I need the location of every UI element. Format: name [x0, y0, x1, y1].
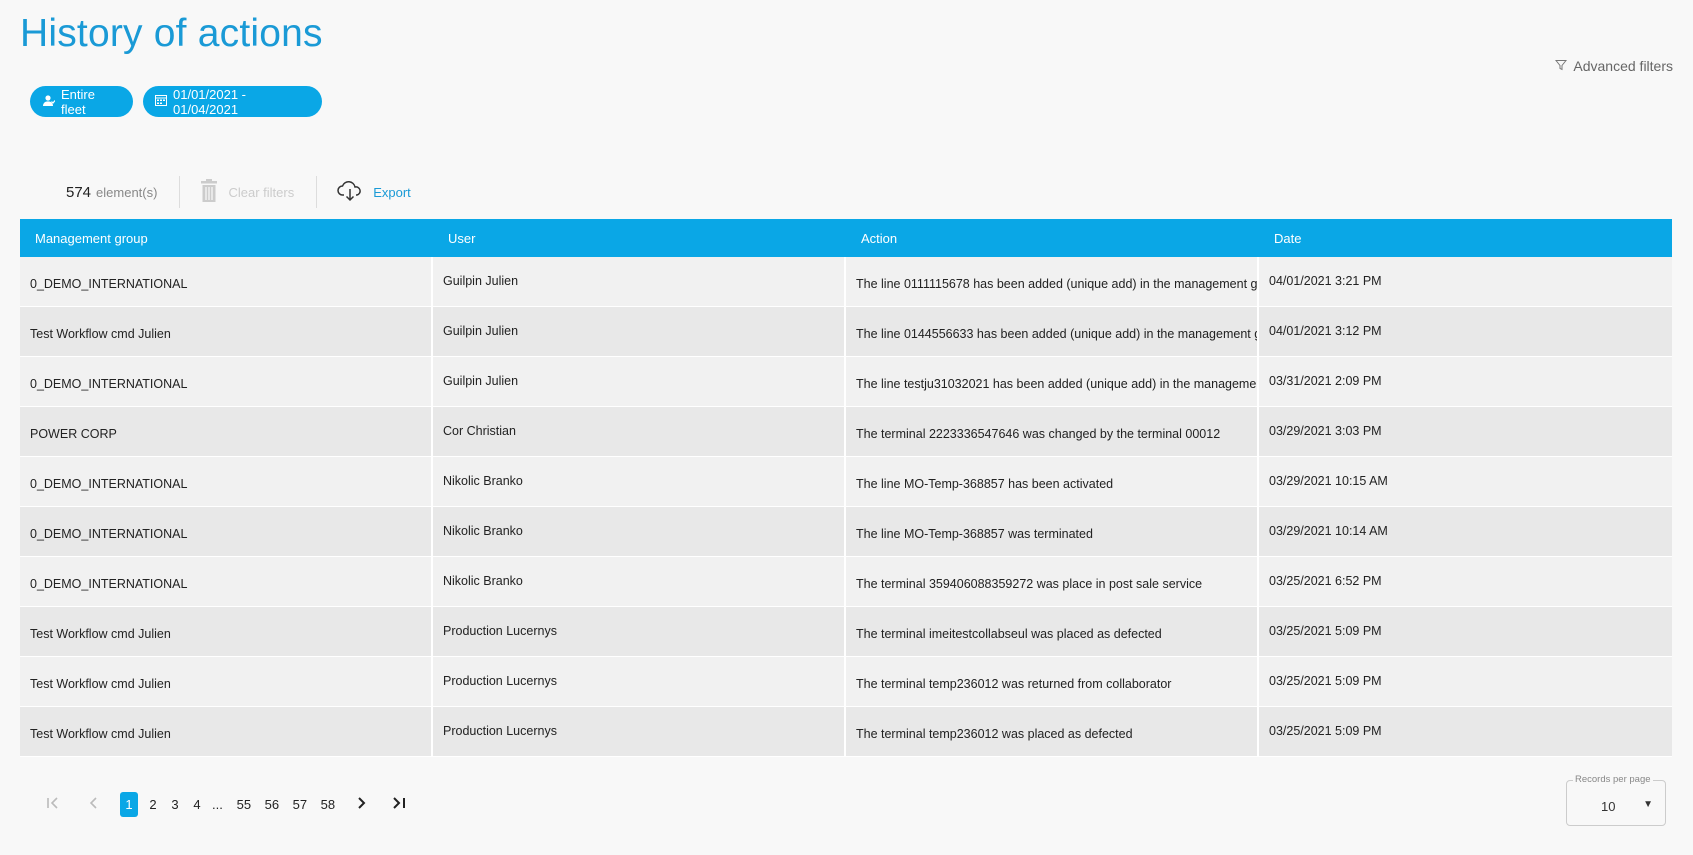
table-row[interactable]: Test Workflow cmd Julien Production Luce… — [20, 707, 1672, 757]
date-cell: 04/01/2021 3:21 PM — [1269, 274, 1382, 288]
advanced-filters-button[interactable]: Advanced filters — [1555, 58, 1673, 74]
page-3-button[interactable]: 3 — [164, 797, 186, 812]
records-per-page-label: Records per page — [1573, 774, 1653, 785]
column-header-user[interactable]: User — [433, 231, 846, 246]
table-header: Management group User Action Date — [20, 219, 1672, 257]
page-1-button[interactable]: 1 — [120, 791, 138, 817]
date-cell: 03/31/2021 2:09 PM — [1269, 374, 1382, 388]
management-group-cell: 0_DEMO_INTERNATIONAL — [20, 257, 433, 306]
date-cell: 03/25/2021 5:09 PM — [1269, 624, 1382, 638]
page-2-button[interactable]: 2 — [142, 797, 164, 812]
first-page-icon[interactable] — [40, 796, 68, 813]
advanced-filters-label: Advanced filters — [1573, 58, 1673, 74]
action-cell: The terminal temp236012 was returned fro… — [846, 657, 1259, 706]
action-cell: The line testju31032021 has been added (… — [846, 357, 1259, 406]
date-cell: 03/29/2021 10:15 AM — [1269, 474, 1388, 488]
date-cell: 04/01/2021 3:12 PM — [1269, 324, 1382, 338]
user-group-icon — [42, 94, 56, 110]
history-table: Management group User Action Date 0_DEMO… — [20, 219, 1672, 757]
date-cell: 03/25/2021 5:09 PM — [1269, 724, 1382, 738]
records-per-page-select[interactable]: Records per page 10 ▼ — [1566, 774, 1666, 826]
date-cell: 03/29/2021 10:14 AM — [1269, 524, 1388, 538]
result-count: 574 — [66, 183, 92, 201]
action-cell: The terminal imeitestcollabseul was plac… — [846, 607, 1259, 656]
management-group-cell: Test Workflow cmd Julien — [20, 657, 433, 706]
filter-icon — [1555, 58, 1568, 74]
prev-page-icon[interactable] — [80, 796, 108, 813]
management-group-cell: Test Workflow cmd Julien — [20, 307, 433, 356]
trash-icon — [200, 178, 218, 206]
records-per-page-value: 10 — [1601, 799, 1616, 814]
user-cell: Guilpin Julien — [433, 257, 846, 306]
page-56-button[interactable]: 56 — [261, 797, 283, 812]
management-group-cell: 0_DEMO_INTERNATIONAL — [20, 357, 433, 406]
user-cell: Guilpin Julien — [433, 357, 846, 406]
export-button[interactable]: Export — [337, 180, 411, 205]
entire-fleet-label: Entire fleet — [61, 86, 95, 117]
column-header-management-group[interactable]: Management group — [20, 231, 433, 246]
last-page-icon[interactable] — [385, 796, 413, 813]
date-range-chip[interactable]: 01/01/2021 - 01/04/2021 — [143, 86, 322, 117]
user-cell: Guilpin Julien — [433, 307, 846, 356]
results-toolbar: 574 element(s) Clear filters Export — [66, 176, 411, 208]
management-group-cell: 0_DEMO_INTERNATIONAL — [20, 457, 433, 506]
page-title: History of actions — [20, 12, 323, 55]
action-cell: The line 0144556633 has been added (uniq… — [846, 307, 1259, 356]
date-cell: 03/25/2021 5:09 PM — [1269, 674, 1382, 688]
management-group-cell: POWER CORP — [20, 407, 433, 456]
date-cell: 03/25/2021 6:52 PM — [1269, 574, 1382, 588]
user-cell: Production Lucernys — [433, 707, 846, 756]
clear-filters-label: Clear filters — [228, 184, 295, 200]
management-group-cell: 0_DEMO_INTERNATIONAL — [20, 557, 433, 606]
page-55-button[interactable]: 55 — [233, 797, 255, 812]
management-group-cell: 0_DEMO_INTERNATIONAL — [20, 507, 433, 556]
page-4-button[interactable]: 4 — [186, 797, 208, 812]
cloud-download-icon — [337, 180, 363, 205]
toolbar-divider — [316, 176, 318, 208]
export-label: Export — [373, 184, 411, 200]
caret-down-icon: ▼ — [1643, 799, 1653, 810]
entire-fleet-chip[interactable]: Entire fleet — [30, 86, 133, 117]
table-row[interactable]: POWER CORP Cor Christian The terminal 22… — [20, 407, 1672, 457]
user-cell: Cor Christian — [433, 407, 846, 456]
date-cell: 03/29/2021 3:03 PM — [1269, 424, 1382, 438]
date-range-label: 01/01/2021 - 01/04/2021 — [173, 86, 247, 117]
table-row[interactable]: 0_DEMO_INTERNATIONAL Nikolic Branko The … — [20, 557, 1672, 607]
pagination: 1 2 3 4 ... 55 56 57 58 — [40, 791, 413, 817]
table-row[interactable]: 0_DEMO_INTERNATIONAL Guilpin Julien The … — [20, 357, 1672, 407]
toolbar-divider — [179, 176, 181, 208]
result-count-label: element(s) — [96, 184, 158, 200]
action-cell: The line MO-Temp-368857 was terminated — [846, 507, 1259, 556]
action-cell: The terminal temp236012 was placed as de… — [846, 707, 1259, 756]
next-page-icon[interactable] — [347, 796, 375, 813]
column-header-action[interactable]: Action — [846, 231, 1259, 246]
table-row[interactable]: Test Workflow cmd Julien Production Luce… — [20, 657, 1672, 707]
management-group-cell: Test Workflow cmd Julien — [20, 607, 433, 656]
action-cell: The line 0111115678 has been added (uniq… — [846, 257, 1259, 306]
user-cell: Production Lucernys — [433, 657, 846, 706]
action-cell: The terminal 2223336547646 was changed b… — [846, 407, 1259, 456]
pagination-ellipsis: ... — [212, 796, 223, 812]
table-row[interactable]: Test Workflow cmd Julien Guilpin Julien … — [20, 307, 1672, 357]
calendar-icon — [155, 94, 167, 109]
table-row[interactable]: 0_DEMO_INTERNATIONAL Guilpin Julien The … — [20, 257, 1672, 307]
page-58-button[interactable]: 58 — [317, 797, 339, 812]
table-row[interactable]: 0_DEMO_INTERNATIONAL Nikolic Branko The … — [20, 457, 1672, 507]
action-cell: The line MO-Temp-368857 has been activat… — [846, 457, 1259, 506]
page-57-button[interactable]: 57 — [289, 797, 311, 812]
user-cell: Production Lucernys — [433, 607, 846, 656]
table-row[interactable]: Test Workflow cmd Julien Production Luce… — [20, 607, 1672, 657]
user-cell: Nikolic Branko — [433, 507, 846, 556]
action-cell: The terminal 359406088359272 was place i… — [846, 557, 1259, 606]
management-group-cell: Test Workflow cmd Julien — [20, 707, 433, 756]
clear-filters-button[interactable]: Clear filters — [200, 178, 295, 206]
table-body: 0_DEMO_INTERNATIONAL Guilpin Julien The … — [20, 257, 1672, 757]
table-row[interactable]: 0_DEMO_INTERNATIONAL Nikolic Branko The … — [20, 507, 1672, 557]
user-cell: Nikolic Branko — [433, 557, 846, 606]
user-cell: Nikolic Branko — [433, 457, 846, 506]
column-header-date[interactable]: Date — [1259, 231, 1672, 246]
